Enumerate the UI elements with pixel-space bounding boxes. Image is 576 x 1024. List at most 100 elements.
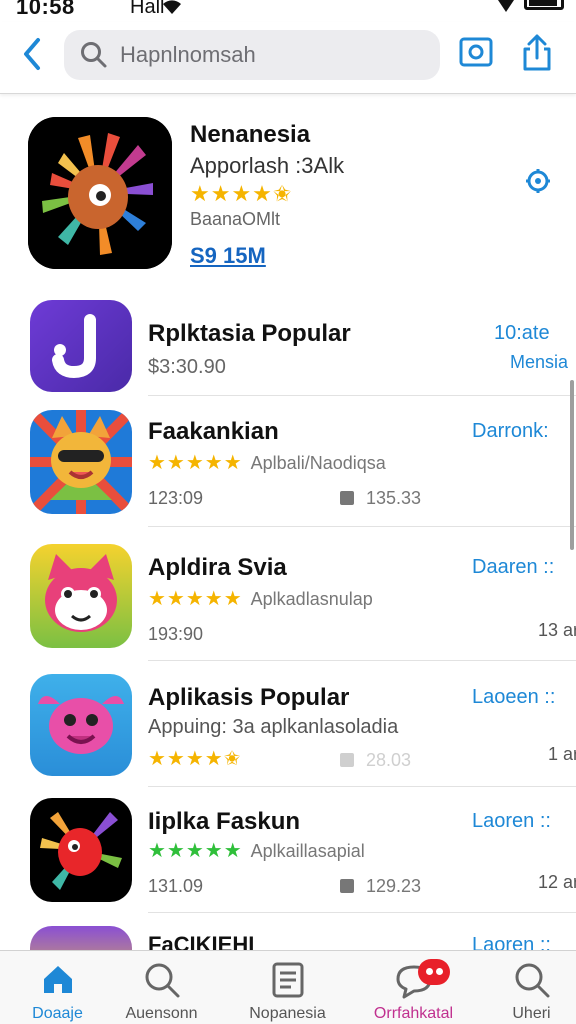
app-icon — [30, 674, 132, 776]
app-date: 131.09 — [148, 876, 204, 896]
app-size-value: 135.33 — [366, 488, 422, 508]
app-action[interactable]: 10:ate — [494, 322, 550, 345]
tab-documents[interactable]: Nopanesia — [230, 951, 345, 1024]
status-time: 10:58 — [16, 0, 75, 19]
tab-today[interactable]: Doaaje — [0, 951, 115, 1024]
list-item[interactable]: Aplikasis Popular Appuing: 3a aplkanlaso… — [0, 672, 576, 788]
app-meta: 1 ar — [548, 744, 576, 764]
app-action[interactable]: Laoren :: — [472, 810, 551, 833]
divider — [148, 526, 576, 527]
app-title: Faakankian — [148, 418, 279, 445]
app-icon — [30, 410, 132, 514]
cat-mascot-icon — [45, 554, 117, 632]
creature-logo-icon — [28, 117, 172, 269]
camera-square-icon[interactable] — [458, 34, 494, 70]
featured-app[interactable]: Nenanesia Apporlash :3Alk ★★★★✬ BaanaOMl… — [0, 95, 576, 285]
list-item[interactable]: Iiplka Faskun ★★★★★ Aplkaillasapial 131.0… — [0, 796, 576, 912]
tab-label: Doaaje — [32, 1005, 83, 1022]
app-category: Aplbali/Naodiqsa — [250, 453, 386, 473]
status-bar: 10:58 Hall — [0, 0, 576, 22]
bird-mascot-icon — [40, 812, 122, 890]
share-icon[interactable] — [520, 32, 554, 72]
app-title: Apldira Svia — [148, 554, 287, 581]
app-action[interactable]: Laoren :: — [472, 934, 551, 950]
app-action[interactable]: Darronk: — [472, 420, 549, 443]
app-rating: ★★★★★ Aplkadlasnulap — [148, 586, 373, 611]
tab-label: Auensonn — [125, 1005, 198, 1022]
divider — [148, 786, 576, 787]
search-input[interactable]: Hapnlnomsah — [64, 30, 440, 80]
j-letter-icon — [52, 314, 96, 379]
tab-label: Orrfahkatal — [373, 1005, 454, 1022]
app-rating: ★★★★★ Aplkaillasapial — [148, 838, 365, 863]
wifi-icon — [163, 0, 181, 14]
bag-icon — [340, 879, 354, 893]
fox-mascot-icon — [30, 410, 132, 514]
app-title: Aplikasis Popular — [148, 684, 350, 711]
bag-icon — [340, 753, 354, 767]
app-size: 135.33 — [340, 488, 421, 509]
app-icon — [30, 798, 132, 902]
featured-app-icon — [28, 117, 172, 269]
search-icon — [81, 42, 107, 68]
document-icon — [272, 962, 303, 998]
chevron-left-icon[interactable] — [18, 34, 48, 74]
nav-bar: Hapnlnomsah — [0, 22, 576, 94]
tab-label: Nopanesia — [249, 1005, 326, 1022]
featured-rating: ★★★★✬ — [190, 181, 293, 206]
app-date: 193:90 — [148, 624, 204, 644]
app-size: 28.03 — [340, 750, 411, 771]
app-icon — [30, 926, 132, 950]
monster-mascot-icon — [38, 696, 124, 754]
featured-developer: BaanaOMlt — [190, 209, 281, 229]
star-rating: ★★★★✬ — [148, 748, 242, 770]
app-action[interactable]: Laoeen :: — [472, 686, 555, 709]
divider — [148, 395, 576, 396]
signal-label: Hall — [130, 0, 165, 18]
tab-search-2[interactable]: Uheri — [474, 951, 576, 1024]
app-size-value: 28.03 — [366, 750, 412, 770]
app-size: 129.23 — [340, 876, 421, 897]
app-title: Rplktasia Popular — [148, 320, 351, 347]
tab-bar: Doaaje Auensonn Nopanesia Orrfahkatal Uh… — [0, 950, 576, 1024]
gear-icon[interactable] — [524, 167, 552, 195]
scrollbar[interactable] — [570, 380, 574, 550]
app-meta: Mensia — [510, 352, 569, 372]
app-meta: 13 ar — [538, 620, 576, 640]
search-icon — [145, 963, 179, 998]
star-rating: ★★★★★ — [148, 452, 243, 474]
app-rating: ★★★★★ Aplbali/Naodiqsa — [148, 450, 386, 475]
app-rating: ★★★★✬ — [148, 746, 241, 771]
app-action[interactable]: Daaren :: — [472, 556, 554, 579]
app-size-value: 129.23 — [366, 876, 422, 896]
tab-chat[interactable]: Orrfahkatal — [356, 951, 471, 1024]
bag-icon — [340, 491, 354, 505]
app-subtitle: $3:30.90 — [148, 356, 226, 378]
app-title: Iiplka Faskun — [148, 808, 301, 835]
app-category: Aplkadlasnulap — [250, 589, 373, 609]
search-placeholder: Hapnlnomsah — [120, 42, 256, 67]
list-item[interactable]: Faakankian ★★★★★ Aplbali/Naodiqsa 123:09 … — [0, 404, 576, 526]
app-meta: 12 ar — [538, 872, 576, 892]
list-item[interactable]: FaCIKIEHI Laoren :: — [0, 922, 576, 950]
home-icon — [43, 966, 72, 993]
list-item[interactable]: Rplktasia Popular $3:30.90 10:ate Mensia — [0, 298, 576, 396]
tab-search[interactable]: Auensonn — [104, 951, 219, 1024]
battery-icon — [524, 0, 564, 10]
divider — [148, 660, 576, 661]
featured-price[interactable]: S9 15M — [190, 243, 266, 269]
app-title: FaCIKIEHI — [148, 932, 255, 950]
app-icon — [30, 300, 132, 392]
star-rating: ★★★★★ — [148, 840, 243, 862]
featured-subtitle: Apporlash :3Alk — [190, 153, 345, 178]
list-item[interactable]: Apldira Svia ★★★★★ Aplkadlasnulap 193:90 … — [0, 540, 576, 662]
star-rating: ★★★★★ — [148, 588, 243, 610]
location-icon — [498, 0, 514, 12]
app-category: Aplkaillasapial — [250, 841, 365, 861]
search-icon — [515, 963, 549, 998]
app-subtitle: Appuing: 3a aplkanlasoladia — [148, 716, 399, 738]
featured-title: Nenanesia — [190, 121, 311, 148]
app-date: 123:09 — [148, 488, 204, 508]
notification-badge — [418, 959, 450, 985]
tab-label: Uheri — [512, 1005, 551, 1022]
